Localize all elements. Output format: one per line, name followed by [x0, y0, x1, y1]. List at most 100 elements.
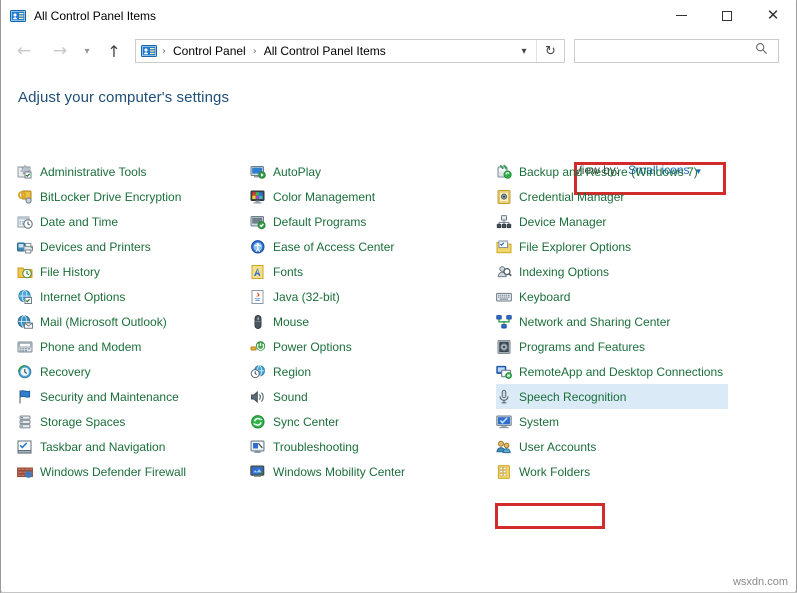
up-one-level-button[interactable]: ↑	[101, 38, 127, 64]
control-panel-item-windows-defender-firewall[interactable]: Windows Defender Firewall	[17, 459, 242, 484]
keyboard-icon	[496, 289, 512, 305]
back-button[interactable]: ←	[11, 38, 37, 64]
system-icon	[496, 414, 512, 430]
recent-locations-button[interactable]: ▾	[79, 38, 95, 64]
control-panel-item-remoteapp-and-desktop-connections[interactable]: RemoteApp and Desktop Connections	[496, 359, 728, 384]
control-panel-item-region[interactable]: Region	[250, 359, 490, 384]
address-bar[interactable]: › Control Panel › All Control Panel Item…	[135, 39, 565, 63]
control-panel-item-file-explorer-options[interactable]: File Explorer Options	[496, 234, 728, 259]
sound-icon	[250, 389, 266, 405]
minimize-icon	[676, 15, 687, 16]
control-panel-item-label: Internet Options	[40, 290, 125, 304]
remoteapp-icon	[496, 364, 512, 380]
page-title: Adjust your computer's settings	[18, 89, 229, 106]
control-panel-item-bitlocker-drive-encryption[interactable]: BitLocker Drive Encryption	[17, 184, 242, 209]
control-panel-item-phone-and-modem[interactable]: Phone and Modem	[17, 334, 242, 359]
control-panel-item-color-management[interactable]: Color Management	[250, 184, 490, 209]
control-panel-item-mouse[interactable]: Mouse	[250, 309, 490, 334]
navigation-bar: ← → ▾ ↑ › Control Panel › All Control Pa…	[1, 31, 796, 71]
control-panel-item-ease-of-access-center[interactable]: Ease of Access Center	[250, 234, 490, 259]
control-panel-item-devices-and-printers[interactable]: Devices and Printers	[17, 234, 242, 259]
control-panel-item-system[interactable]: System	[496, 409, 728, 434]
control-panel-item-label: User Accounts	[519, 440, 596, 454]
control-panel-item-administrative-tools[interactable]: Administrative Tools	[17, 159, 242, 184]
title-bar: All Control Panel Items ✕	[1, 0, 796, 31]
content-area: Adjust your computer's settings View by:…	[1, 71, 796, 591]
control-panel-item-network-and-sharing-center[interactable]: Network and Sharing Center	[496, 309, 728, 334]
control-panel-item-sync-center[interactable]: Sync Center	[250, 409, 490, 434]
maximize-button[interactable]	[704, 0, 750, 31]
speech-recognition-icon	[496, 389, 512, 405]
control-panel-item-java-32-bit[interactable]: Java (32-bit)	[250, 284, 490, 309]
control-panel-item-label: Storage Spaces	[40, 415, 125, 429]
control-panel-item-label: File Explorer Options	[519, 240, 631, 254]
items-column-3: Backup and Restore (Windows 7) Credential…	[496, 159, 728, 484]
control-panel-item-device-manager[interactable]: Device Manager	[496, 209, 728, 234]
chevron-down-icon[interactable]: ▾	[514, 40, 534, 62]
watermark: wsxdn.com	[733, 576, 788, 588]
control-panel-item-internet-options[interactable]: Internet Options	[17, 284, 242, 309]
java-icon	[250, 289, 266, 305]
fonts-icon	[250, 264, 266, 280]
control-panel-item-date-and-time[interactable]: Date and Time	[17, 209, 242, 234]
close-button[interactable]: ✕	[750, 0, 796, 31]
search-input[interactable]	[581, 41, 751, 61]
control-panel-item-default-programs[interactable]: Default Programs	[250, 209, 490, 234]
control-panel-item-storage-spaces[interactable]: Storage Spaces	[17, 409, 242, 434]
control-panel-item-label: Power Options	[273, 340, 352, 354]
annotation-box-user-accounts	[495, 503, 605, 529]
control-panel-item-power-options[interactable]: Power Options	[250, 334, 490, 359]
control-panel-item-keyboard[interactable]: Keyboard	[496, 284, 728, 309]
control-panel-item-label: Color Management	[273, 190, 375, 204]
control-panel-item-indexing-options[interactable]: Indexing Options	[496, 259, 728, 284]
control-panel-item-label: BitLocker Drive Encryption	[40, 190, 181, 204]
bitlocker-icon	[17, 189, 33, 205]
file-explorer-options-icon	[496, 239, 512, 255]
control-panel-item-label: AutoPlay	[273, 165, 321, 179]
troubleshooting-icon	[250, 439, 266, 455]
programs-and-features-icon	[496, 339, 512, 355]
control-panel-item-troubleshooting[interactable]: Troubleshooting	[250, 434, 490, 459]
indexing-options-icon	[496, 264, 512, 280]
internet-options-icon	[17, 289, 33, 305]
control-panel-item-label: File History	[40, 265, 100, 279]
forward-button[interactable]: →	[47, 38, 73, 64]
control-panel-item-recovery[interactable]: Recovery	[17, 359, 242, 384]
control-panel-item-work-folders[interactable]: Work Folders	[496, 459, 728, 484]
mail-icon	[17, 314, 33, 330]
control-panel-item-credential-manager[interactable]: Credential Manager	[496, 184, 728, 209]
control-panel-item-programs-and-features[interactable]: Programs and Features	[496, 334, 728, 359]
control-panel-item-label: Fonts	[273, 265, 303, 279]
control-panel-item-label: Network and Sharing Center	[519, 315, 670, 329]
control-panel-item-sound[interactable]: Sound	[250, 384, 490, 409]
control-panel-item-backup-and-restore-windows-7[interactable]: Backup and Restore (Windows 7)	[496, 159, 728, 184]
control-panel-item-label: Credential Manager	[519, 190, 624, 204]
taskbar-and-navigation-icon	[17, 439, 33, 455]
control-panel-window: All Control Panel Items ✕ ← → ▾ ↑	[0, 0, 797, 593]
control-panel-item-file-history[interactable]: File History	[17, 259, 242, 284]
address-control-panel-icon	[141, 43, 157, 59]
control-panel-item-speech-recognition[interactable]: Speech Recognition	[496, 384, 728, 409]
control-panel-item-label: Indexing Options	[519, 265, 609, 279]
breadcrumb-control-panel[interactable]: Control Panel	[171, 44, 248, 58]
control-panel-item-label: Keyboard	[519, 290, 570, 304]
control-panel-item-security-and-maintenance[interactable]: Security and Maintenance	[17, 384, 242, 409]
control-panel-item-autoplay[interactable]: AutoPlay	[250, 159, 490, 184]
breadcrumb-all-control-panel-items[interactable]: All Control Panel Items	[262, 44, 388, 58]
control-panel-item-fonts[interactable]: Fonts	[250, 259, 490, 284]
control-panel-item-label: System	[519, 415, 559, 429]
search-box[interactable]	[574, 39, 779, 63]
refresh-icon[interactable]: ↻	[536, 40, 564, 62]
control-panel-item-taskbar-and-navigation[interactable]: Taskbar and Navigation	[17, 434, 242, 459]
control-panel-item-label: Date and Time	[40, 215, 118, 229]
control-panel-item-label: Taskbar and Navigation	[40, 440, 165, 454]
control-panel-item-label: Windows Mobility Center	[273, 465, 405, 479]
control-panel-item-label: RemoteApp and Desktop Connections	[519, 365, 723, 379]
control-panel-item-user-accounts[interactable]: User Accounts	[496, 434, 728, 459]
control-panel-item-mail-microsoft-outlook[interactable]: Mail (Microsoft Outlook)	[17, 309, 242, 334]
region-icon	[250, 364, 266, 380]
minimize-button[interactable]	[658, 0, 704, 31]
ease-of-access-icon	[250, 239, 266, 255]
search-icon[interactable]	[755, 42, 768, 60]
control-panel-item-windows-mobility-center[interactable]: Windows Mobility Center	[250, 459, 490, 484]
